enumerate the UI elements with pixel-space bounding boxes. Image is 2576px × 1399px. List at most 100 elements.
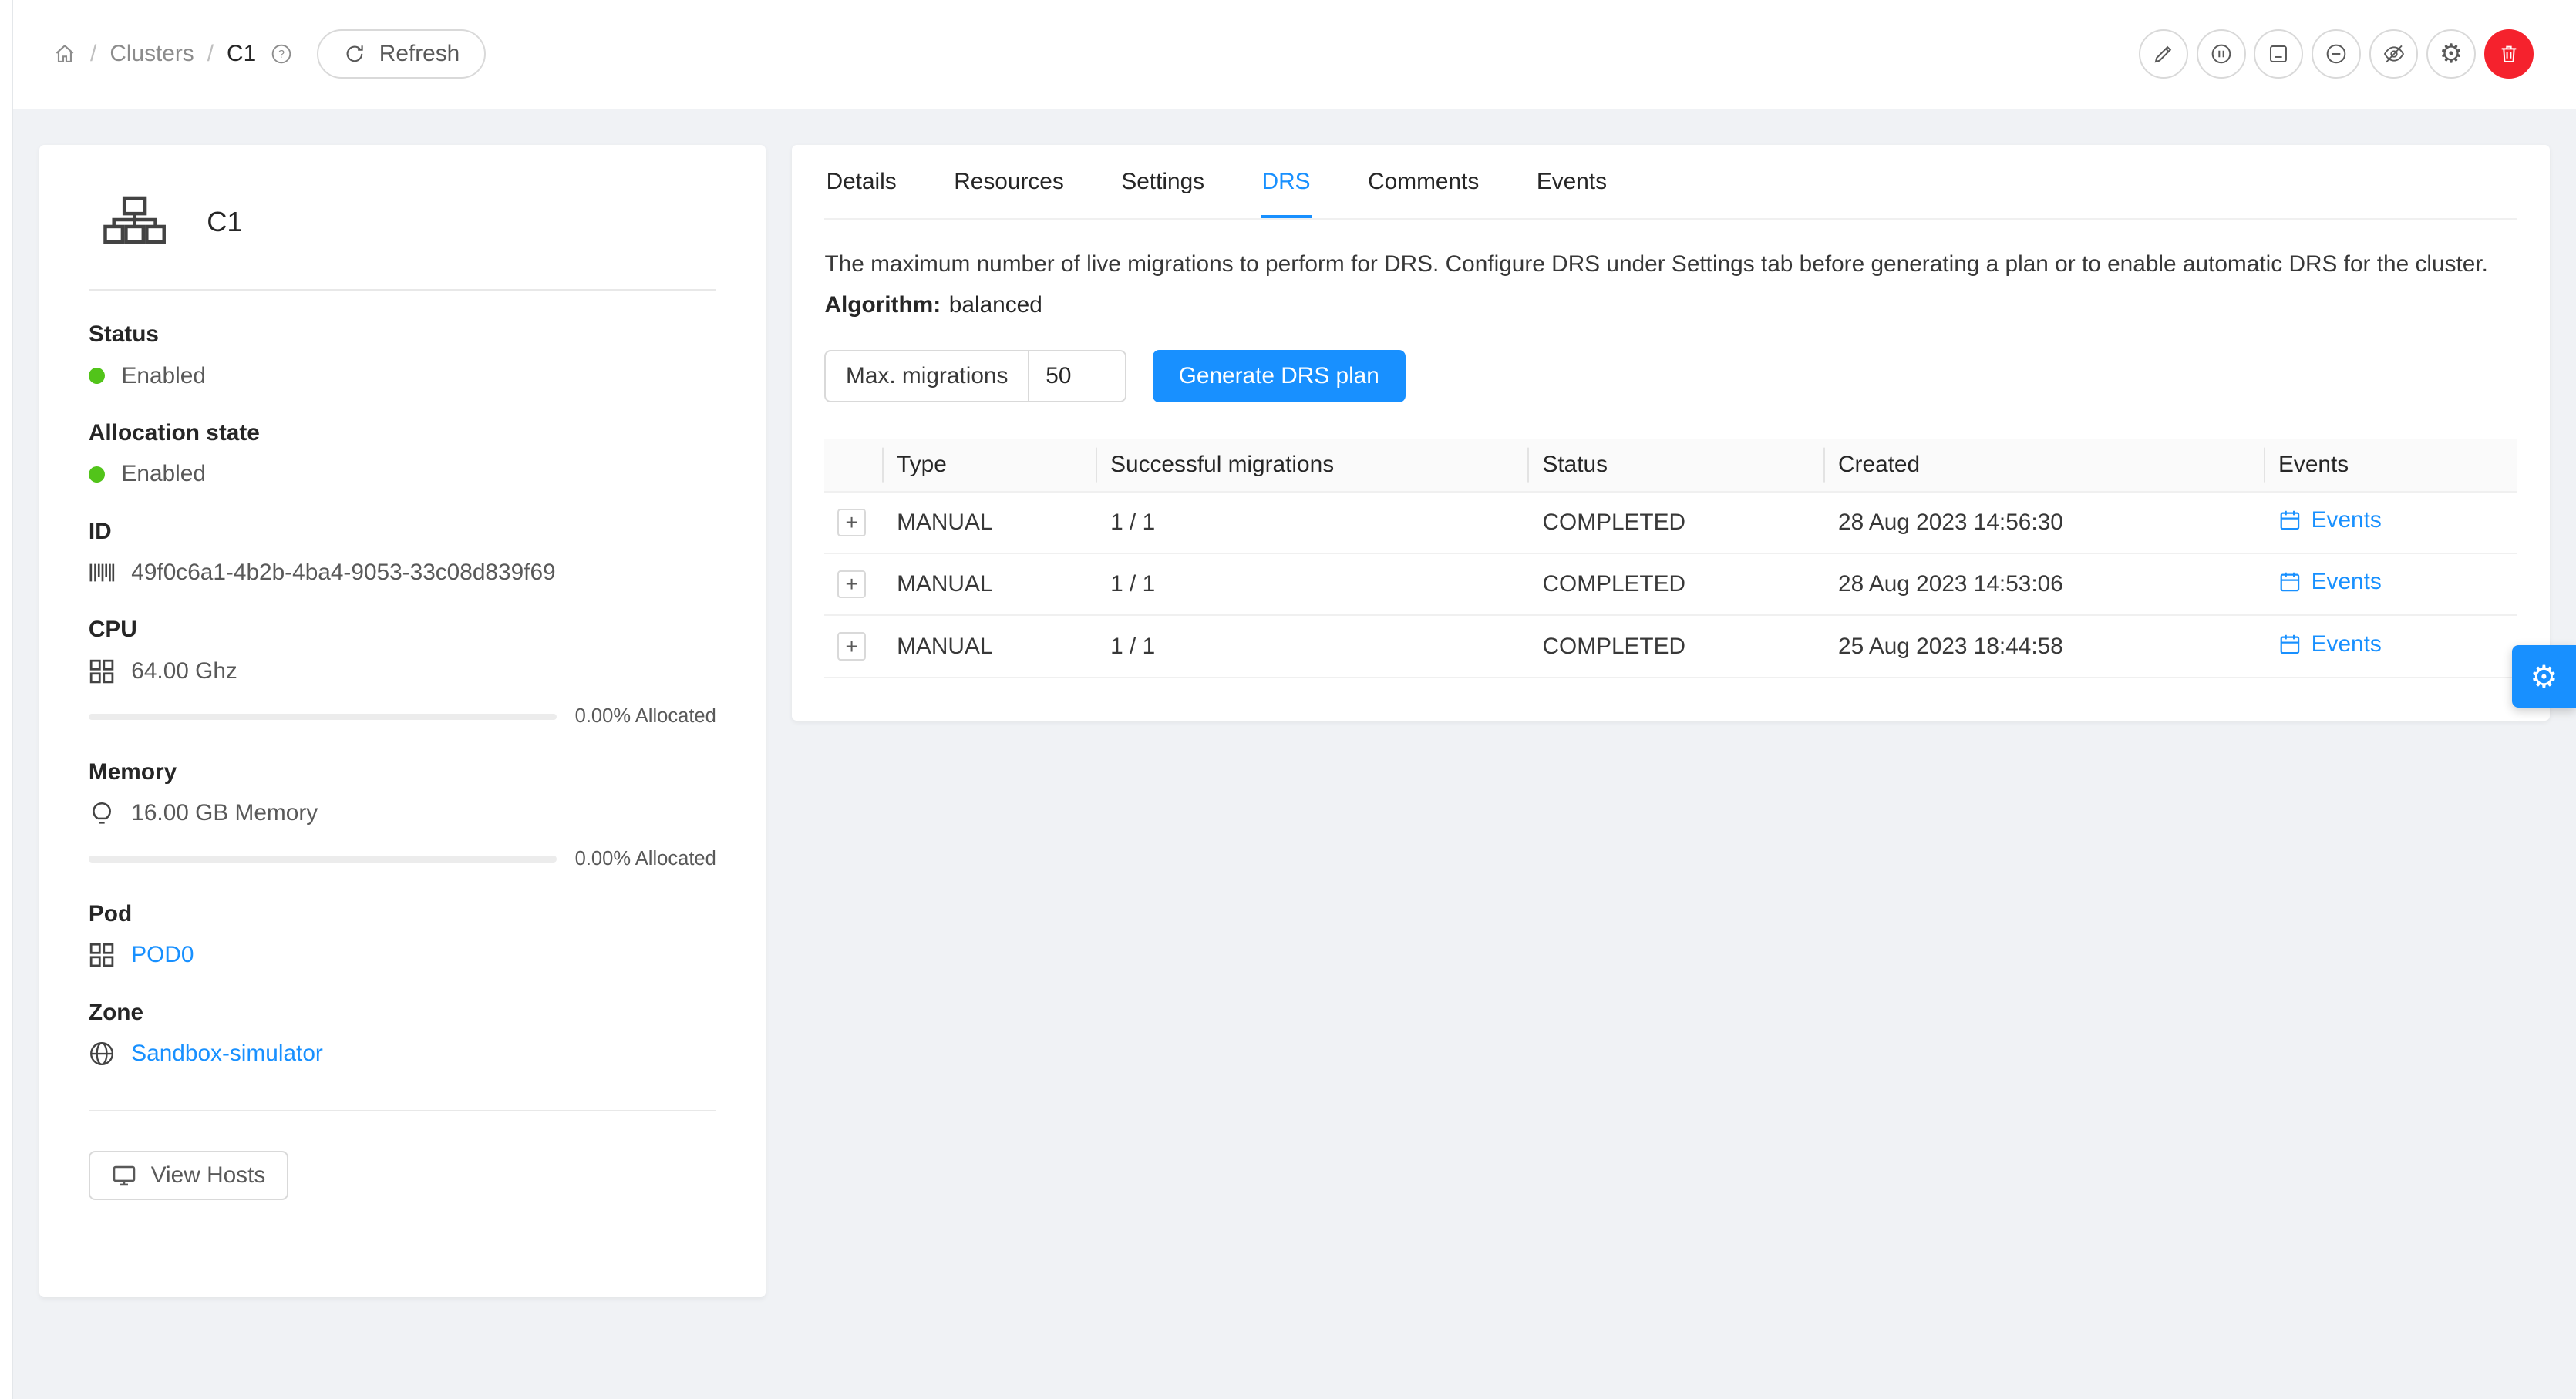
tab-details[interactable]: Details (824, 145, 897, 219)
row-events-link[interactable]: Events (2278, 507, 2382, 533)
cluster-info-card: C1 Status Enabled Allocation state Enabl… (39, 145, 766, 1298)
cell-status: COMPLETED (1529, 615, 1825, 677)
allocation-dot-icon (89, 466, 105, 483)
edit-button[interactable] (2139, 29, 2188, 79)
cell-type: MANUAL (884, 553, 1097, 615)
generate-drs-plan-button[interactable]: Generate DRS plan (1153, 350, 1406, 402)
pause-circle-icon (2209, 42, 2234, 66)
disable-cluster-button[interactable] (2312, 29, 2361, 79)
tab-comments[interactable]: Comments (1366, 145, 1480, 219)
breadcrumb: / Clusters / C1 ? (52, 41, 294, 67)
memory-progress-bar (89, 856, 557, 863)
help-circle-icon[interactable]: ? (269, 42, 294, 66)
id-label: ID (89, 519, 716, 545)
breadcrumb-clusters[interactable]: Clusters (109, 41, 194, 67)
algorithm-value: balanced (949, 292, 1042, 318)
row-events-link[interactable]: Events (2278, 569, 2382, 595)
cluster-icon (102, 193, 167, 249)
refresh-icon (343, 42, 366, 66)
desktop-icon (112, 1163, 136, 1188)
barcode-icon (89, 560, 115, 586)
gear-icon: ⚙ (2530, 661, 2557, 692)
status-value: Enabled (121, 363, 205, 389)
drs-algorithm-line: Algorithm: balanced (824, 292, 2517, 318)
manage-cluster-button[interactable] (2254, 29, 2303, 79)
cell-type: MANUAL (884, 492, 1097, 553)
cell-status: COMPLETED (1529, 553, 1825, 615)
max-migrations-label: Max. migrations (826, 351, 1029, 401)
page: / Clusters / C1 ? Refresh (13, 0, 2576, 1399)
drs-plans-table: Type Successful migrations Status Create… (824, 439, 2517, 678)
zone-label: Zone (89, 1000, 716, 1026)
cluster-id-value: 49f0c6a1-4b2b-4ba4-9053-33c08d839f69 (131, 560, 555, 586)
tab-settings[interactable]: Settings (1120, 145, 1206, 219)
tab-events[interactable]: Events (1535, 145, 1608, 219)
svg-text:?: ? (278, 49, 285, 61)
allocation-state-label: Allocation state (89, 420, 716, 446)
table-row: + MANUAL 1 / 1 COMPLETED 28 Aug 2023 14:… (824, 492, 2517, 553)
cpu-label: CPU (89, 617, 716, 643)
app-viewport: / Clusters / C1 ? Refresh (0, 0, 2576, 1399)
expand-row-button[interactable]: + (837, 570, 865, 598)
bulb-icon (89, 800, 115, 826)
minus-circle-icon (2324, 42, 2349, 66)
events-link-label: Events (2312, 631, 2382, 657)
delete-cluster-button[interactable] (2484, 29, 2534, 79)
table-row: + MANUAL 1 / 1 COMPLETED 28 Aug 2023 14:… (824, 553, 2517, 615)
cpu-field: CPU 64.00 Ghz 0.00% Allocated (89, 617, 716, 728)
cluster-title: C1 (207, 206, 242, 238)
calendar-icon (2278, 509, 2302, 532)
tab-resources[interactable]: Resources (952, 145, 1066, 219)
expand-row-button[interactable]: + (837, 632, 865, 660)
tab-bar: Details Resources Settings DRS Comments … (824, 145, 2517, 220)
configure-settings-button[interactable]: ⚙ (2426, 29, 2476, 79)
id-field: ID 49f0c6a1-4b2b-4ba4-9053-33c08d839f69 (89, 519, 716, 586)
cell-created: 25 Aug 2023 18:44:58 (1825, 615, 2265, 677)
row-events-link[interactable]: Events (2278, 631, 2382, 657)
zone-link[interactable]: Sandbox-simulator (131, 1041, 323, 1067)
cpu-grid-icon (89, 658, 115, 684)
pod-label: Pod (89, 901, 716, 927)
pod-field: Pod POD0 (89, 901, 716, 968)
memory-value: 16.00 GB Memory (131, 800, 318, 826)
cluster-detail-card: Details Resources Settings DRS Comments … (792, 145, 2550, 721)
status-dot-icon (89, 368, 105, 384)
tab-drs[interactable]: DRS (1261, 145, 1312, 219)
zone-field: Zone Sandbox-simulator (89, 1000, 716, 1067)
eye-invisible-icon (2382, 42, 2406, 66)
gear-icon: ⚙ (2440, 41, 2463, 67)
drs-description: The maximum number of live migrations to… (824, 247, 2517, 281)
view-hosts-button[interactable]: View Hosts (89, 1151, 288, 1200)
table-row: + MANUAL 1 / 1 COMPLETED 25 Aug 2023 18:… (824, 615, 2517, 677)
column-header-created: Created (1825, 439, 2265, 492)
cpu-progress-bar (89, 714, 557, 721)
calendar-icon (2278, 570, 2302, 594)
home-icon[interactable] (52, 42, 77, 66)
manage-icon (2266, 42, 2291, 66)
cell-type: MANUAL (884, 615, 1097, 677)
breadcrumb-current: C1 (227, 41, 256, 67)
pod-link[interactable]: POD0 (131, 942, 194, 968)
view-hosts-label: View Hosts (151, 1162, 266, 1189)
cell-created: 28 Aug 2023 14:53:06 (1825, 553, 2265, 615)
events-link-label: Events (2312, 569, 2382, 595)
refresh-button[interactable]: Refresh (317, 29, 486, 79)
memory-field: Memory 16.00 GB Memory 0.00% Allocated (89, 759, 716, 870)
cell-migrations: 1 / 1 (1097, 615, 1529, 677)
divider (89, 1110, 716, 1111)
pause-cluster-button[interactable] (2197, 29, 2246, 79)
floating-settings-button[interactable]: ⚙ (2512, 645, 2576, 708)
left-sidebar-strip (0, 0, 13, 1399)
unmanage-cluster-button[interactable] (2369, 29, 2419, 79)
drs-controls: Max. migrations Generate DRS plan (824, 350, 2517, 402)
status-label: Status (89, 321, 716, 348)
expand-row-button[interactable]: + (837, 509, 865, 536)
cell-created: 28 Aug 2023 14:56:30 (1825, 492, 2265, 553)
algorithm-label: Algorithm: (824, 292, 941, 318)
column-header-type: Type (884, 439, 1097, 492)
max-migrations-group: Max. migrations (824, 350, 1126, 402)
cpu-allocated-text: 0.00% Allocated (575, 705, 716, 728)
cpu-value: 64.00 Ghz (131, 658, 237, 684)
allocation-state-field: Allocation state Enabled (89, 420, 716, 487)
max-migrations-input[interactable] (1029, 351, 1125, 401)
